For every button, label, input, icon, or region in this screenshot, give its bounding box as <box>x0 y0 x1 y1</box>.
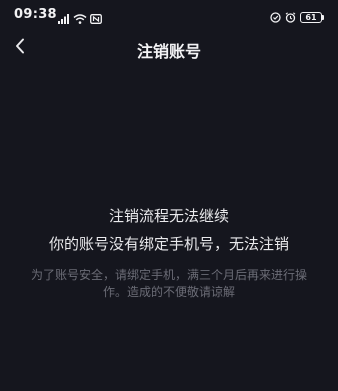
status-right-icons: 61 <box>270 8 324 27</box>
nfc-icon <box>90 9 102 28</box>
status-time: 09:38 <box>14 7 57 22</box>
page-title: 注销账号 <box>136 42 201 61</box>
nav-bar: 注销账号 <box>0 30 338 66</box>
message-block: 注销流程无法继续 你的账号没有绑定手机号，无法注销 为了账号安全，请绑定手机，满… <box>0 205 338 301</box>
sync-icon <box>270 8 281 27</box>
message-hint: 为了账号安全，请绑定手机，满三个月后再来进行操作。造成的不便敬请谅解 <box>30 268 307 299</box>
status-left-icons <box>58 9 102 28</box>
status-bar: 09:38 61 <box>0 0 338 30</box>
message-subtitle: 你的账号没有绑定手机号，无法注销 <box>48 235 289 253</box>
signal-icon <box>58 9 70 28</box>
battery-icon: 61 <box>300 12 322 23</box>
alarm-icon <box>285 8 296 27</box>
wifi-icon <box>73 9 87 28</box>
battery-tip <box>322 15 324 20</box>
battery-level: 61 <box>305 12 317 22</box>
message-title: 注销流程无法继续 <box>108 207 229 225</box>
